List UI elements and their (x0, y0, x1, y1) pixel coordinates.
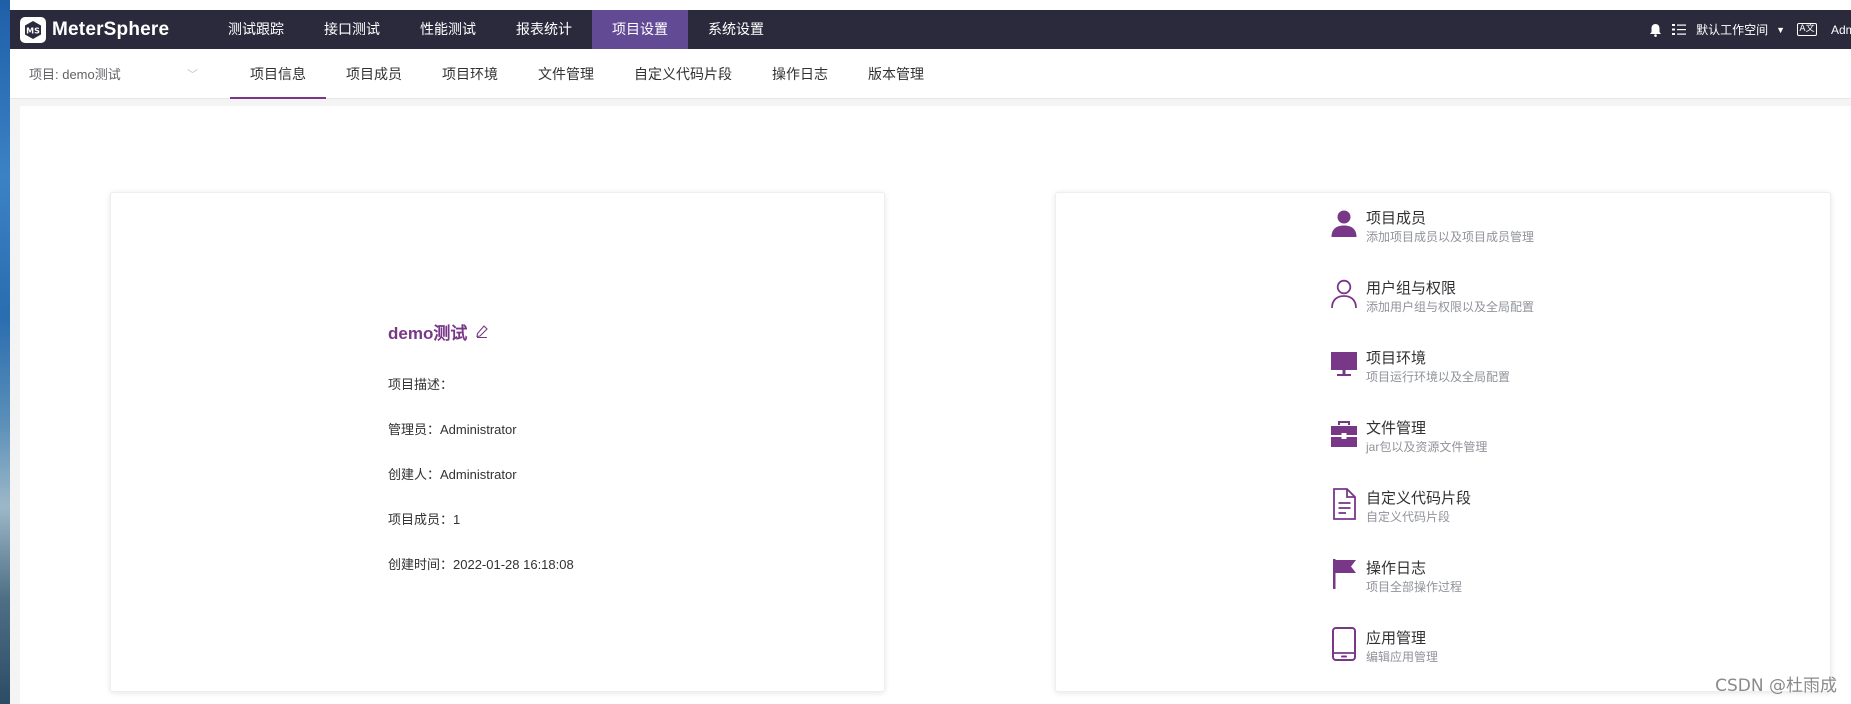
feature-title: 项目成员 (1366, 210, 1427, 227)
briefcase-icon (1329, 417, 1359, 451)
app-window: MS MeterSphere 测试跟踪 接口测试 性能测试 报表统计 项目设置 … (10, 10, 1851, 704)
logo[interactable]: MS MeterSphere (10, 10, 208, 49)
project-name: demo测试 (388, 324, 468, 343)
feature-desc: jar包以及资源文件管理 (1366, 440, 1488, 454)
project-info-card: demo测试 项目描述： 管理员：Administrator 创建人：Admin… (110, 192, 885, 692)
feature-card: 项目成员 添加项目成员以及项目成员管理 用户组与权限 添加用户组与权限以及全局配… (1055, 192, 1831, 692)
main-content: demo测试 项目描述： 管理员：Administrator 创建人：Admin… (20, 106, 1851, 704)
feature-desc: 项目全部操作过程 (1366, 580, 1463, 594)
tab-version-management[interactable]: 版本管理 (848, 49, 944, 99)
feature-title: 文件管理 (1366, 420, 1427, 437)
nav-performance-test[interactable]: 性能测试 (400, 10, 496, 49)
feature-desc: 自定义代码片段 (1366, 510, 1451, 524)
edit-icon[interactable] (476, 325, 489, 338)
sub-header: 项目: demo测试 ﹀ 项目信息 项目成员 项目环境 文件管理 自定义代码片段… (10, 49, 1851, 99)
feature-title: 应用管理 (1366, 630, 1427, 647)
chevron-down-icon: ﹀ (187, 68, 198, 81)
project-admin: 管理员：Administrator (388, 422, 517, 437)
project-created-time: 创建时间：2022-01-28 16:18:08 (388, 557, 574, 572)
nav-api-test[interactable]: 接口测试 (304, 10, 400, 49)
document-icon (1329, 487, 1359, 521)
nav-test-track[interactable]: 测试跟踪 (208, 10, 304, 49)
project-creator: 创建人：Administrator (388, 467, 517, 482)
tab-project-env[interactable]: 项目环境 (422, 49, 518, 99)
feature-title: 项目环境 (1366, 350, 1427, 367)
feature-project-members[interactable]: 项目成员 添加项目成员以及项目成员管理 (1329, 205, 1534, 275)
feature-title: 用户组与权限 (1366, 280, 1457, 297)
language-icon[interactable]: A文 (1797, 23, 1817, 36)
task-list-icon[interactable] (1672, 23, 1687, 36)
project-tabs: 项目信息 项目成员 项目环境 文件管理 自定义代码片段 操作日志 版本管理 (230, 49, 944, 99)
workspace-selector[interactable]: 默认工作空间 (1696, 21, 1768, 38)
logo-icon: MS (20, 16, 46, 43)
caret-down-icon[interactable]: ▼ (1776, 25, 1785, 35)
tablet-icon (1329, 627, 1359, 661)
feature-list: 项目成员 添加项目成员以及项目成员管理 用户组与权限 添加用户组与权限以及全局配… (1329, 205, 1534, 695)
feature-app-management[interactable]: 应用管理 编辑应用管理 (1329, 625, 1534, 695)
logo-text: MeterSphere (52, 18, 170, 40)
monitor-icon (1329, 347, 1359, 381)
watermark: CSDN @杜雨成 (1715, 676, 1837, 696)
feature-desc: 项目运行环境以及全局配置 (1366, 370, 1511, 384)
desktop-edge (0, 0, 10, 704)
flag-icon (1329, 557, 1359, 591)
feature-code-snippets[interactable]: 自定义代码片段 自定义代码片段 (1329, 485, 1534, 555)
user-filled-icon (1329, 207, 1359, 241)
project-selector[interactable]: 项目: demo测试 ﹀ (10, 49, 210, 99)
tab-project-info[interactable]: 项目信息 (230, 49, 326, 99)
bell-icon[interactable] (1649, 23, 1662, 37)
feature-operation-log[interactable]: 操作日志 项目全部操作过程 (1329, 555, 1534, 625)
svg-text:MS: MS (26, 26, 40, 35)
nav-report[interactable]: 报表统计 (496, 10, 592, 49)
nav-project-settings[interactable]: 项目设置 (592, 10, 688, 49)
feature-title: 操作日志 (1366, 560, 1427, 577)
nav-system-settings[interactable]: 系统设置 (688, 10, 784, 49)
tab-project-members[interactable]: 项目成员 (326, 49, 422, 99)
tab-operation-log[interactable]: 操作日志 (752, 49, 848, 99)
project-info: demo测试 项目描述： 管理员：Administrator 创建人：Admin… (388, 319, 574, 587)
main-nav: 测试跟踪 接口测试 性能测试 报表统计 项目设置 系统设置 (208, 10, 784, 49)
feature-desc: 添加用户组与权限以及全局配置 (1366, 300, 1535, 314)
feature-desc: 编辑应用管理 (1366, 650, 1439, 664)
project-selector-label: 项目: demo测试 (29, 67, 121, 82)
feature-project-env[interactable]: 项目环境 项目运行环境以及全局配置 (1329, 345, 1534, 415)
feature-file-management[interactable]: 文件管理 jar包以及资源文件管理 (1329, 415, 1534, 485)
project-name-row: demo测试 (388, 319, 574, 344)
feature-user-groups[interactable]: 用户组与权限 添加用户组与权限以及全局配置 (1329, 275, 1534, 345)
feature-title: 自定义代码片段 (1366, 490, 1472, 507)
user-menu[interactable]: Administrator (1831, 23, 1851, 37)
tab-code-snippets[interactable]: 自定义代码片段 (614, 49, 752, 99)
feature-desc: 添加项目成员以及项目成员管理 (1366, 230, 1535, 244)
tab-file-management[interactable]: 文件管理 (518, 49, 614, 99)
project-member-count: 项目成员：1 (388, 512, 461, 527)
user-outline-icon (1329, 277, 1359, 311)
header-right: 默认工作空间 ▼ A文 Administrator (1649, 10, 1851, 49)
top-header: MS MeterSphere 测试跟踪 接口测试 性能测试 报表统计 项目设置 … (10, 10, 1851, 49)
project-description: 项目描述： (388, 377, 454, 392)
